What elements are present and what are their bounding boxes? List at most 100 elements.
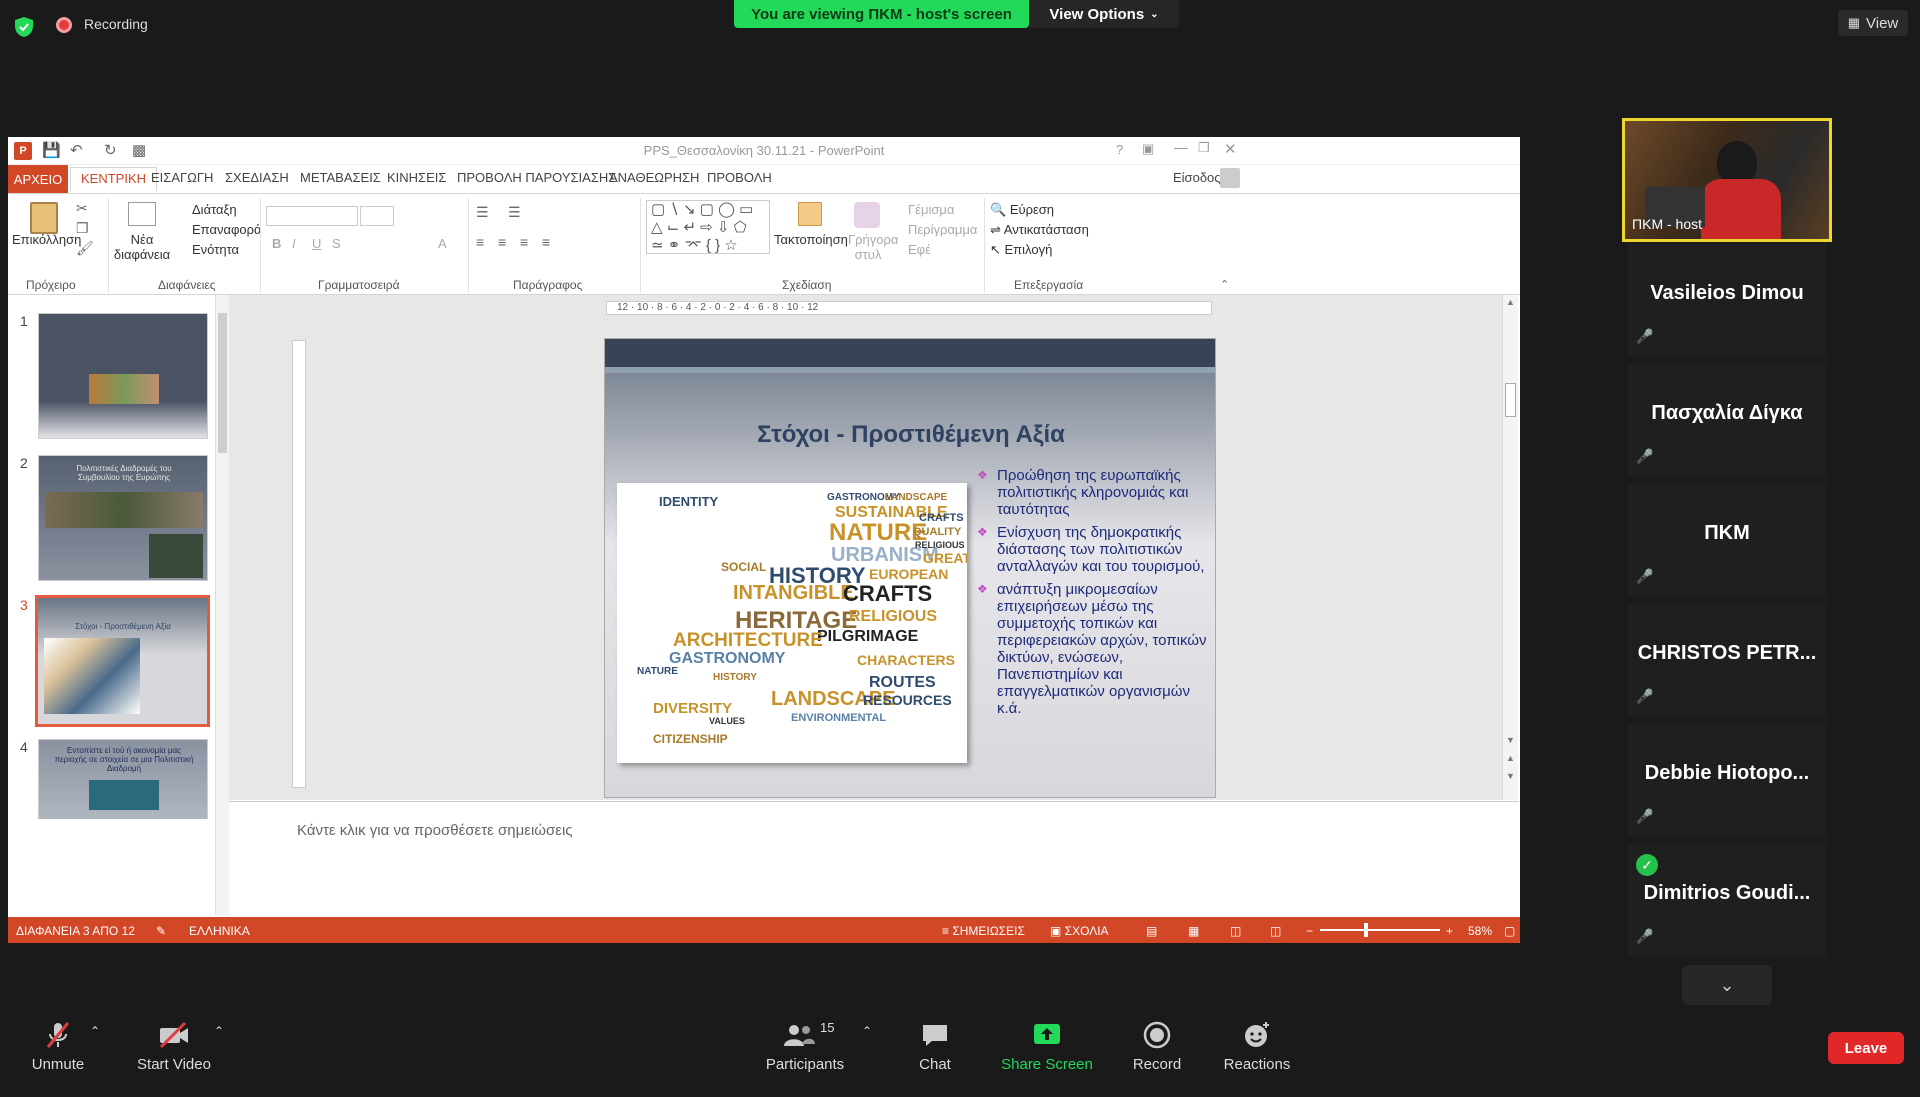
bold-icon[interactable]: B — [272, 236, 281, 251]
slideshow-icon[interactable]: ◫ — [1270, 924, 1281, 938]
slide-thumbnail-3[interactable]: Στόχοι - Προστιθέμενη Αξία — [35, 595, 210, 727]
participants-options-caret[interactable]: ⌃ — [862, 1024, 872, 1038]
participants-button[interactable]: 15 Participants — [760, 1020, 850, 1073]
align-right-icon[interactable]: ≡ — [520, 234, 528, 250]
view-options-button[interactable]: View Options ⌄ — [1029, 0, 1179, 28]
close-icon[interactable]: ✕ — [1224, 140, 1237, 158]
collapse-ribbon-icon[interactable]: ⌃ — [1220, 278, 1229, 291]
outline-button[interactable]: Περίγραμμα — [908, 222, 977, 237]
security-shield-icon[interactable] — [14, 16, 34, 38]
slide-thumbnail-1[interactable] — [38, 313, 208, 439]
select-button[interactable]: ↖ Επιλογή — [990, 242, 1052, 258]
scroll-down-icon[interactable]: ▼ — [1506, 735, 1515, 745]
reset-button[interactable]: Επαναφορά — [192, 222, 262, 237]
tab-insert[interactable]: ΕΙΣΑΓΩΓΗ — [151, 170, 213, 185]
start-video-button[interactable]: Start Video — [132, 1020, 216, 1073]
thumbs-scroll-thumb[interactable] — [218, 313, 227, 453]
language-status[interactable]: ΕΛΛΗΝΙΚΑ — [189, 924, 250, 938]
shapes-gallery[interactable]: ▢ ∖ ↘ ▢ ◯ ▭ △ ⌙ ↵ ⇨ ⇩ ⬠ ≃ ⚭ ⌤ { } ☆ — [646, 200, 770, 254]
fit-slide-icon[interactable]: ▢ — [1504, 924, 1515, 938]
unmute-button[interactable]: Unmute — [26, 1020, 90, 1073]
normal-view-icon[interactable]: ▤ — [1146, 924, 1157, 938]
participant-tile[interactable]: CHRISTOS PETR... 🎤 — [1628, 604, 1826, 716]
restore-icon[interactable]: ❐ — [1198, 140, 1210, 156]
font-color-icon[interactable]: A — [438, 236, 447, 251]
shadow-icon[interactable]: S — [332, 236, 341, 251]
tab-home[interactable]: ΚΕΝΤΡΙΚΗ — [70, 167, 158, 191]
fill-button[interactable]: Γέμισμα — [908, 202, 954, 217]
help-icon[interactable]: ? — [1116, 142, 1123, 157]
view-button[interactable]: ▦ View — [1838, 10, 1908, 36]
zoom-slider-thumb[interactable] — [1364, 923, 1368, 937]
align-left-icon[interactable]: ≡ — [476, 234, 484, 250]
tab-view[interactable]: ΠΡΟΒΟΛΗ — [707, 170, 772, 185]
chat-button[interactable]: Chat — [910, 1020, 960, 1073]
video-options-caret[interactable]: ⌃ — [214, 1024, 224, 1038]
zoom-level[interactable]: 58% — [1468, 924, 1492, 938]
participant-tile[interactable]: Vasileios Dimou 🎤 — [1628, 244, 1826, 356]
reactions-button[interactable]: Reactions — [1222, 1020, 1292, 1073]
slide-scroll-thumb[interactable] — [1505, 383, 1516, 417]
share-screen-icon — [1034, 1024, 1060, 1044]
participant-tile[interactable]: Debbie Hiotopo... 🎤 — [1628, 724, 1826, 836]
slide-bullets[interactable]: Προώθηση της ευρωπαϊκής πολιτιστικής κλη… — [975, 467, 1210, 723]
record-button[interactable]: Record — [1132, 1020, 1182, 1073]
previous-slide-icon[interactable]: ▲ — [1506, 753, 1515, 763]
comments-toggle[interactable]: ▣ ΣΧΟΛΙΑ — [1050, 924, 1109, 938]
align-center-icon[interactable]: ≡ — [498, 234, 506, 250]
tab-slideshow[interactable]: ΠΡΟΒΟΛΗ ΠΑΡΟΥΣΙΑΣΗΣ — [457, 170, 616, 185]
participant-tile[interactable]: ΠΚΜ 🎤 — [1628, 484, 1826, 596]
reading-view-icon[interactable]: ◫ — [1230, 924, 1241, 938]
find-button[interactable]: 🔍 Εύρεση — [990, 202, 1054, 218]
quick-styles-button[interactable]: Γρήγορα στυλ — [848, 232, 898, 262]
tab-review[interactable]: ΑΝΑΘΕΩΡΗΣΗ — [609, 170, 699, 185]
italic-icon[interactable]: I — [292, 236, 296, 251]
tab-animations[interactable]: ΚΙΝΗΣΕΙΣ — [387, 170, 446, 185]
new-slide-button[interactable]: Νέα διαφάνεια — [112, 232, 172, 262]
avatar[interactable] — [1220, 168, 1240, 188]
section-button[interactable]: Ενότητα — [192, 242, 239, 257]
scroll-participants-button[interactable]: ⌄ — [1682, 965, 1772, 1005]
slide-vertical-scrollbar[interactable]: ▲ ▼ ▲ ▼ — [1502, 295, 1518, 800]
zoom-in-icon[interactable]: + — [1446, 924, 1453, 938]
copy-icon[interactable]: ❐ — [76, 220, 89, 237]
spellcheck-icon[interactable]: ✎ — [156, 924, 166, 938]
tab-design[interactable]: ΣΧΕΔΙΑΣΗ — [225, 170, 289, 185]
underline-icon[interactable]: U — [312, 236, 321, 251]
slide-canvas[interactable]: Στόχοι - Προστιθέμενη Αξία IDENTITY GAST… — [604, 338, 1216, 798]
tab-file[interactable]: ΑΡΧΕΙΟ — [8, 165, 68, 193]
audio-options-caret[interactable]: ⌃ — [90, 1024, 100, 1038]
cut-icon[interactable]: ✂ — [76, 200, 88, 217]
tab-transitions[interactable]: ΜΕΤΑΒΑΣΕΙΣ — [300, 170, 381, 185]
thumbs-scrollbar[interactable] — [215, 295, 229, 915]
leave-button[interactable]: Leave — [1828, 1032, 1904, 1064]
word-cloud-image[interactable]: IDENTITY GASTRONOMY LANDSCAPE SUSTAINABL… — [617, 483, 967, 763]
next-slide-icon[interactable]: ▼ — [1506, 771, 1515, 781]
slide-sorter-icon[interactable]: ▦ — [1188, 924, 1199, 938]
minimize-icon[interactable]: — — [1174, 139, 1188, 155]
paste-button[interactable]: Επικόλληση — [12, 232, 81, 247]
font-name-field[interactable] — [266, 206, 358, 226]
participant-tile[interactable]: Πασχαλία Δίγκα 🎤 — [1628, 364, 1826, 476]
numbering-icon[interactable]: ☰ — [508, 204, 521, 221]
bullets-icon[interactable]: ☰ — [476, 204, 489, 221]
zoom-out-icon[interactable]: − — [1306, 924, 1313, 938]
font-size-field[interactable] — [360, 206, 394, 226]
slide-thumbnail-2[interactable]: Πολιτιστικές Διαδρομές του Συμβουλίου τη… — [38, 455, 208, 581]
slide-thumbnail-4[interactable]: Εντοπίστε εί τού ή ακονομία μας περιοχής… — [38, 739, 208, 819]
layout-button[interactable]: Διάταξη — [192, 202, 237, 217]
slide-title[interactable]: Στόχοι - Προστιθέμενη Αξία — [605, 421, 1215, 449]
share-screen-button[interactable]: Share Screen — [1000, 1020, 1094, 1073]
zoom-slider[interactable] — [1320, 923, 1440, 937]
ribbon-display-icon[interactable]: ▣ — [1142, 141, 1154, 157]
participant-tile[interactable]: ✓ Dimitrios Goudi... 🎤 — [1628, 844, 1826, 956]
effects-button[interactable]: Εφέ — [908, 242, 931, 257]
replace-button[interactable]: ⇌ Αντικατάσταση — [990, 222, 1089, 238]
scroll-up-icon[interactable]: ▲ — [1506, 297, 1515, 307]
notes-toggle[interactable]: ≡ ΣΗΜΕΙΩΣΕΙΣ — [942, 924, 1025, 938]
signin-link[interactable]: Είσοδος — [1173, 170, 1221, 185]
format-painter-icon[interactable]: 🖌 — [76, 240, 94, 257]
arrange-button[interactable]: Τακτοποίηση — [774, 232, 848, 247]
notes-pane[interactable]: Κάντε κλικ για να προσθέσετε σημειώσεις — [229, 801, 1519, 917]
justify-icon[interactable]: ≡ — [542, 234, 550, 250]
